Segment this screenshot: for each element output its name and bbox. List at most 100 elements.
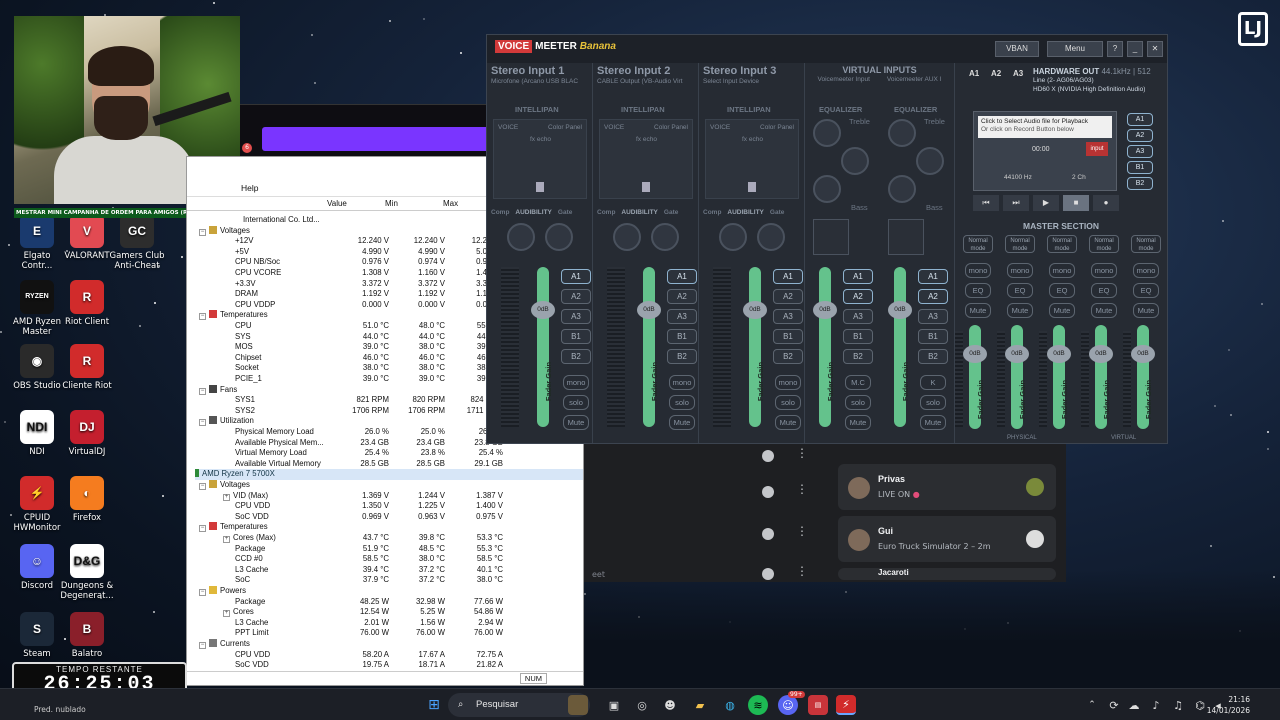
tree-toggle-icon[interactable]: + — [223, 536, 230, 543]
more-icon[interactable]: ⋮ — [796, 524, 808, 538]
desktop-icon[interactable]: DJ VirtualDJ — [50, 410, 124, 457]
strip-device[interactable]: Microfone (Arcano USB BLAC — [487, 77, 592, 86]
pan-handle[interactable] — [536, 182, 544, 192]
hw-out-device-2[interactable]: HD60 X (NVIDIA High Definition Audio) — [1033, 86, 1145, 93]
bus-b2-button[interactable]: B2 — [561, 349, 591, 364]
message-icon[interactable] — [762, 486, 774, 498]
tray-chevron-icon[interactable]: ⌃ — [1082, 695, 1102, 715]
bus-a3-button[interactable]: A3 — [667, 309, 697, 324]
pan-handle[interactable] — [748, 182, 756, 192]
mute-button[interactable]: Mute — [1007, 303, 1033, 318]
bus-b1-button[interactable]: B1 — [773, 329, 803, 344]
normal-mode-button[interactable]: Normal mode — [1005, 235, 1035, 253]
intellipan-pad[interactable]: VOICE Color Panel fx echo — [705, 119, 799, 199]
microphone-icon[interactable]: ♪ — [1146, 695, 1166, 715]
bus-a3-button[interactable]: A3 — [773, 309, 803, 324]
speaker-icon[interactable]: ♫ — [1168, 695, 1188, 715]
minimize-button[interactable]: _ — [1127, 41, 1143, 57]
desktop-icon[interactable]: R Cliente Riot — [50, 344, 124, 391]
tree-toggle-icon[interactable]: + — [223, 493, 230, 501]
bus-a1-button[interactable]: A1 — [667, 269, 697, 284]
clock[interactable]: 21:16 14/01/2026 — [1207, 694, 1250, 716]
sensor-row[interactable]: − Powers — [195, 586, 583, 597]
player-bus-b1-button[interactable]: B1 — [1127, 161, 1153, 174]
avatar[interactable] — [848, 477, 870, 499]
comp-knob[interactable] — [507, 223, 535, 251]
friend-activity-card[interactable]: Privas LIVE ON ● — [838, 464, 1056, 510]
bus-a3-button[interactable]: A3 — [843, 309, 873, 324]
mute-button[interactable]: Mute — [1049, 303, 1075, 318]
start-button[interactable]: ⊞ — [424, 695, 444, 715]
mono-button[interactable]: mono — [775, 375, 801, 390]
strip-name[interactable]: Stereo Input 3 — [699, 63, 804, 77]
tree-toggle-icon[interactable]: − — [199, 313, 206, 321]
normal-mode-button[interactable]: Normal mode — [963, 235, 993, 253]
menu-help[interactable]: Help — [241, 183, 258, 193]
solo-button[interactable]: solo — [920, 395, 946, 410]
more-icon[interactable]: ⋮ — [796, 482, 808, 496]
sensor-row[interactable]: L3 Cache 2.01 W 1.56 W 2.94 W — [195, 618, 583, 629]
mono-button[interactable]: mono — [563, 375, 589, 390]
comp-knob[interactable] — [613, 223, 641, 251]
k-button[interactable]: K — [920, 375, 946, 390]
normal-mode-button[interactable]: Normal mode — [1131, 235, 1161, 253]
bus-a1-button[interactable]: A1 — [843, 269, 873, 284]
mc-button[interactable]: M.C — [845, 375, 871, 390]
mono-button[interactable]: mono — [669, 375, 695, 390]
master-fader[interactable]: 0dB Fader Gain — [1047, 325, 1071, 429]
sensor-row[interactable]: − Voltages — [195, 480, 583, 491]
bus-a3-button[interactable]: A3 — [918, 309, 948, 324]
message-icon[interactable] — [762, 528, 774, 540]
col-value[interactable]: Value — [327, 199, 347, 208]
player-input-button[interactable]: input — [1086, 142, 1108, 156]
hw-out-a3-selector[interactable]: A3 — [1013, 69, 1023, 78]
tree-toggle-icon[interactable]: + — [223, 610, 230, 618]
strip-device[interactable]: Select Input Device — [699, 77, 804, 86]
more-icon[interactable]: ⋮ — [796, 564, 808, 578]
sensor-row[interactable]: Package 51.9 °C 48.5 °C 55.3 °C — [195, 544, 583, 555]
intellipan-pad[interactable]: VOICE Color Panel fx echo — [599, 119, 693, 199]
mono-button[interactable]: mono — [1007, 263, 1033, 278]
cassette-player[interactable]: Click to Select Audio file for Playback … — [973, 111, 1117, 191]
master-fader[interactable]: 0dB Fader Gain — [963, 325, 987, 429]
fader-gain[interactable]: 0dB Fader Gain — [637, 267, 661, 427]
sensor-row[interactable]: SoC VDD 19.75 A 18.71 A 21.82 A — [195, 660, 583, 671]
master-fader[interactable]: 0dB Fader Gain — [1005, 325, 1029, 429]
solo-button[interactable]: solo — [775, 395, 801, 410]
player-bus-a1-button[interactable]: A1 — [1127, 113, 1153, 126]
hwmonitor-taskbar-icon[interactable]: ⚡ — [836, 695, 856, 715]
desktop-icon[interactable]: R Riot Client — [50, 280, 124, 327]
fader-gain[interactable]: 0dB Fader Gain — [531, 267, 555, 427]
normal-mode-button[interactable]: Normal mode — [1089, 235, 1119, 253]
fader-gain[interactable]: 0dB Fader Gain — [888, 267, 912, 427]
friend-activity-card[interactable]: Gui Euro Truck Simulator 2 – 2m — [838, 516, 1056, 562]
strip-name[interactable]: Stereo Input 2 — [593, 63, 698, 77]
strip-name[interactable]: Stereo Input 1 — [487, 63, 592, 77]
bus-b2-button[interactable]: B2 — [773, 349, 803, 364]
dm-row[interactable]: eet ⋮ — [592, 560, 847, 592]
bus-b2-button[interactable]: B2 — [667, 349, 697, 364]
sensor-row[interactable]: CPU VDD 1.350 V 1.225 V 1.400 V — [195, 501, 583, 512]
fader-gain[interactable]: 0dB Fader Gain — [743, 267, 767, 427]
sensor-row[interactable]: + Cores 12.54 W 5.25 W 54.86 W — [195, 607, 583, 618]
master-fader[interactable]: 0dB Fader Gain — [1089, 325, 1113, 429]
sensor-row[interactable]: PPT Limit 76.00 W 76.00 W 76.00 W — [195, 628, 583, 639]
bass-knob[interactable] — [888, 175, 916, 203]
bus-a1-button[interactable]: A1 — [773, 269, 803, 284]
sensor-row[interactable]: SoC VDD 0.969 V 0.963 V 0.975 V — [195, 512, 583, 523]
play-icon[interactable]: ▶ — [1033, 195, 1059, 211]
friend-activity-card[interactable]: Jacaroti — [838, 568, 1056, 580]
gate-knob[interactable] — [757, 223, 785, 251]
mono-button[interactable]: mono — [1091, 263, 1117, 278]
bus-a2-button[interactable]: A2 — [667, 289, 697, 304]
mono-button[interactable]: mono — [1133, 263, 1159, 278]
desktop-icon[interactable]: B Balatro — [50, 612, 124, 659]
discord-taskbar-icon[interactable]: ☺ — [778, 695, 798, 715]
sensor-row[interactable]: CPU VDD 58.20 A 17.67 A 72.75 A — [195, 650, 583, 661]
sensor-row[interactable]: Virtual Memory Load 25.4 % 23.8 % 25.4 % — [195, 448, 583, 459]
obs-taskbar-icon[interactable]: ◎ — [632, 695, 652, 715]
tree-toggle-icon[interactable]: − — [199, 589, 206, 596]
mute-button[interactable]: Mute — [563, 415, 589, 430]
vban-button[interactable]: VBAN — [995, 41, 1039, 57]
tray-sync-icon[interactable]: ⟳ — [1104, 695, 1124, 715]
